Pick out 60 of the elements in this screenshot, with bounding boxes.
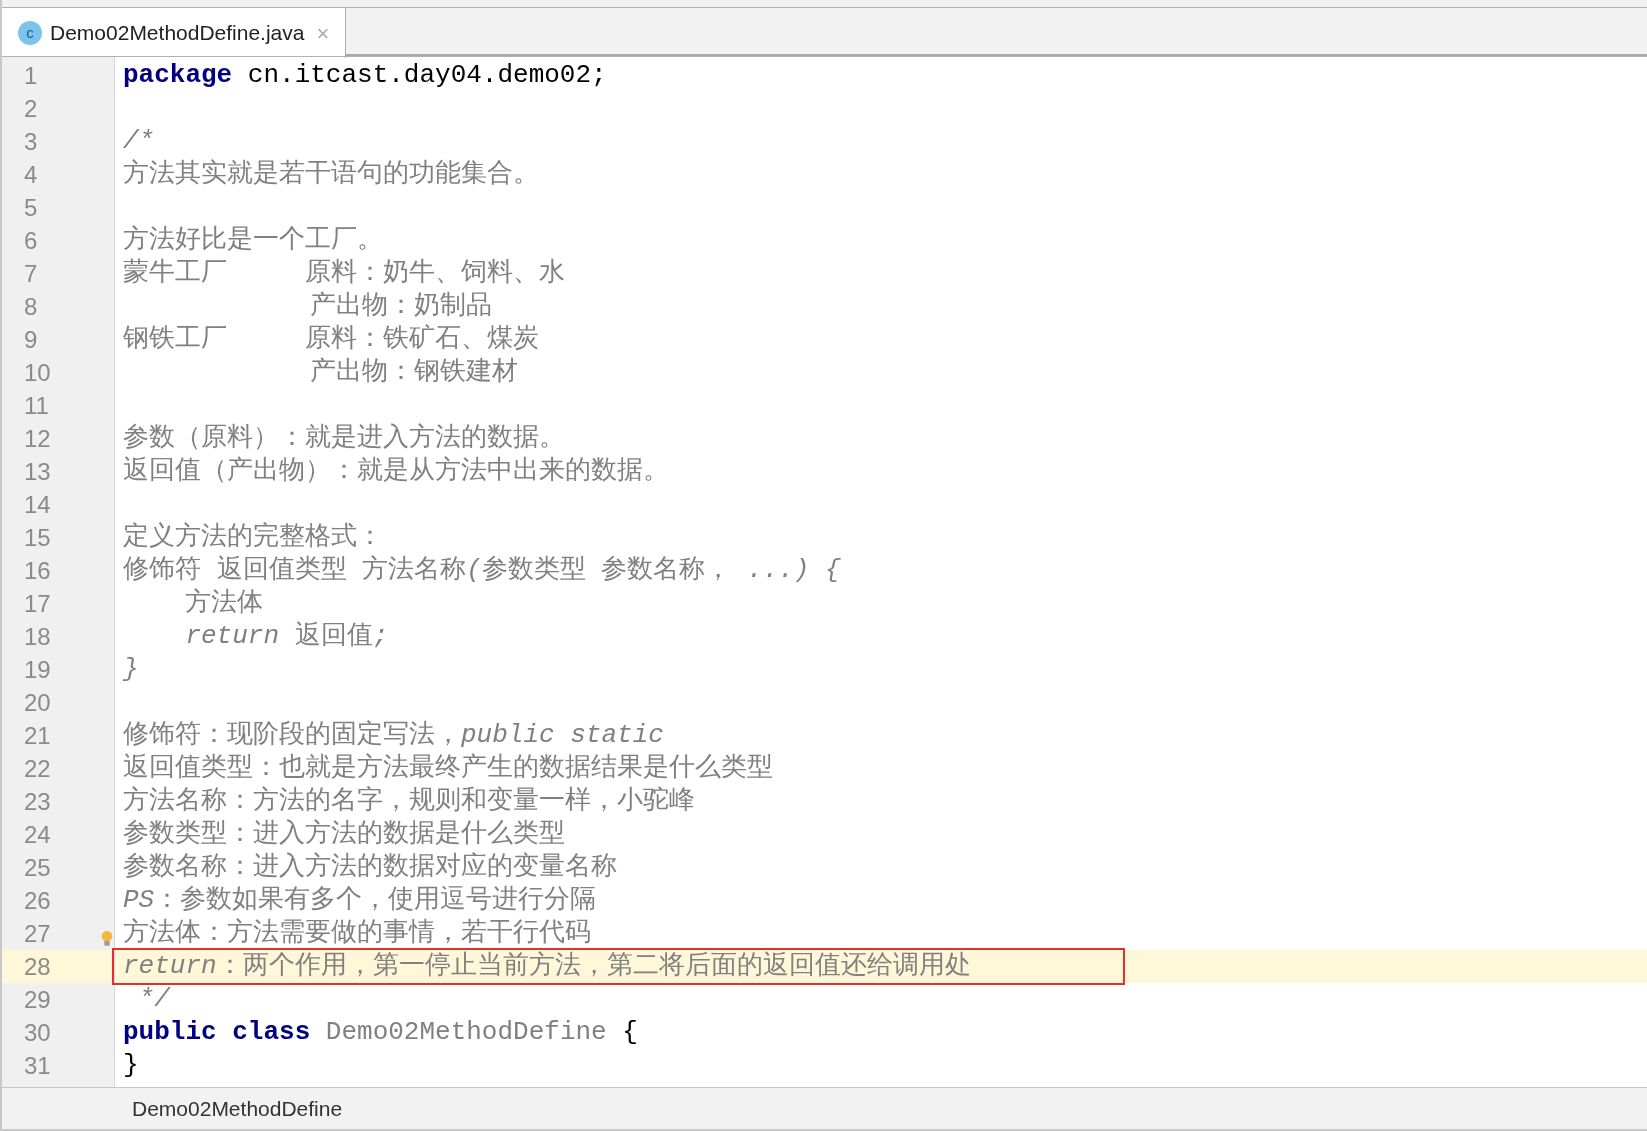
code-line: package cn.itcast.day04.demo02; <box>123 59 607 92</box>
line-number: 22 <box>24 753 51 784</box>
line-number: 4 <box>24 159 38 190</box>
line-number: 28 <box>24 951 51 982</box>
code-line: 方法体：方法需要做的事情，若干行代码 <box>123 917 591 950</box>
editor-tab[interactable]: c Demo02MethodDefine.java × <box>2 8 347 58</box>
code-line: 修饰符 返回值类型 方法名称(参数类型 参数名称， ...) { <box>123 554 841 587</box>
line-number: 31 <box>24 1050 51 1081</box>
line-number: 11 <box>24 390 49 421</box>
breadcrumb[interactable]: Demo02MethodDefine <box>132 1092 343 1125</box>
code-line: 参数类型：进入方法的数据是什么类型 <box>123 818 565 851</box>
code-line: 蒙牛工厂 原料：奶牛、饲料、水 <box>123 257 565 290</box>
code-line: } <box>123 1049 139 1082</box>
line-number: 25 <box>24 852 51 883</box>
code-line: */ <box>137 983 170 1016</box>
code-line: PS：参数如果有多个，使用逗号进行分隔 <box>123 884 597 917</box>
code-line: 定义方法的完整格式： <box>123 521 383 554</box>
code-line: 产出物：钢铁建材 <box>309 356 519 389</box>
code-line: 参数（原料）：就是进入方法的数据。 <box>123 422 565 455</box>
code-line: 参数名称：进入方法的数据对应的变量名称 <box>123 851 617 884</box>
line-number: 14 <box>24 489 51 520</box>
line-number: 2 <box>24 93 38 124</box>
code-line: 修饰符：现阶段的固定写法，public static <box>123 719 664 752</box>
class-icon: c <box>18 21 42 45</box>
line-number: 30 <box>24 1017 51 1048</box>
line-number: 27 <box>24 918 51 949</box>
line-number: 15 <box>24 522 51 553</box>
code-line: 产出物：奶制品 <box>309 290 493 323</box>
line-number: 1 <box>24 60 38 91</box>
line-number: 9 <box>24 324 38 355</box>
line-number: 16 <box>24 555 51 586</box>
code-line: 钢铁工厂 原料：铁矿石、煤炭 <box>123 323 539 356</box>
code-line: 方法名称：方法的名字，规则和变量一样，小驼峰 <box>123 785 695 818</box>
line-number: 8 <box>24 291 38 322</box>
lightbulb-icon[interactable] <box>101 931 113 947</box>
line-number: 5 <box>24 192 38 223</box>
code-line: 返回值类型：也就是方法最终产生的数据结果是什么类型 <box>123 752 773 785</box>
code-line: 方法体 <box>184 587 264 620</box>
line-number: 26 <box>24 885 51 916</box>
line-number: 23 <box>24 786 51 817</box>
code-line: return 返回值; <box>184 620 389 653</box>
line-number: 29 <box>24 984 51 1015</box>
line-number: 19 <box>24 654 51 685</box>
code-line: 方法其实就是若干语句的功能集合。 <box>123 158 539 191</box>
line-number: 20 <box>24 687 51 718</box>
code-line: } <box>123 653 139 686</box>
code-line: 返回值（产出物）：就是从方法中出来的数据。 <box>123 455 669 488</box>
line-number: 13 <box>24 456 51 487</box>
line-number: 21 <box>24 720 51 751</box>
line-number: 24 <box>24 819 51 850</box>
line-number: 6 <box>24 225 38 256</box>
code-line: /* <box>123 125 155 158</box>
line-number: 17 <box>24 588 51 619</box>
code-line: 方法好比是一个工厂。 <box>123 224 383 257</box>
line-number: 12 <box>24 423 51 454</box>
line-number: 3 <box>24 126 38 157</box>
line-number: 10 <box>24 357 51 388</box>
line-number: 18 <box>24 621 51 652</box>
line-number: 7 <box>24 258 38 289</box>
code-line: public class Demo02MethodDefine { <box>123 1016 638 1049</box>
